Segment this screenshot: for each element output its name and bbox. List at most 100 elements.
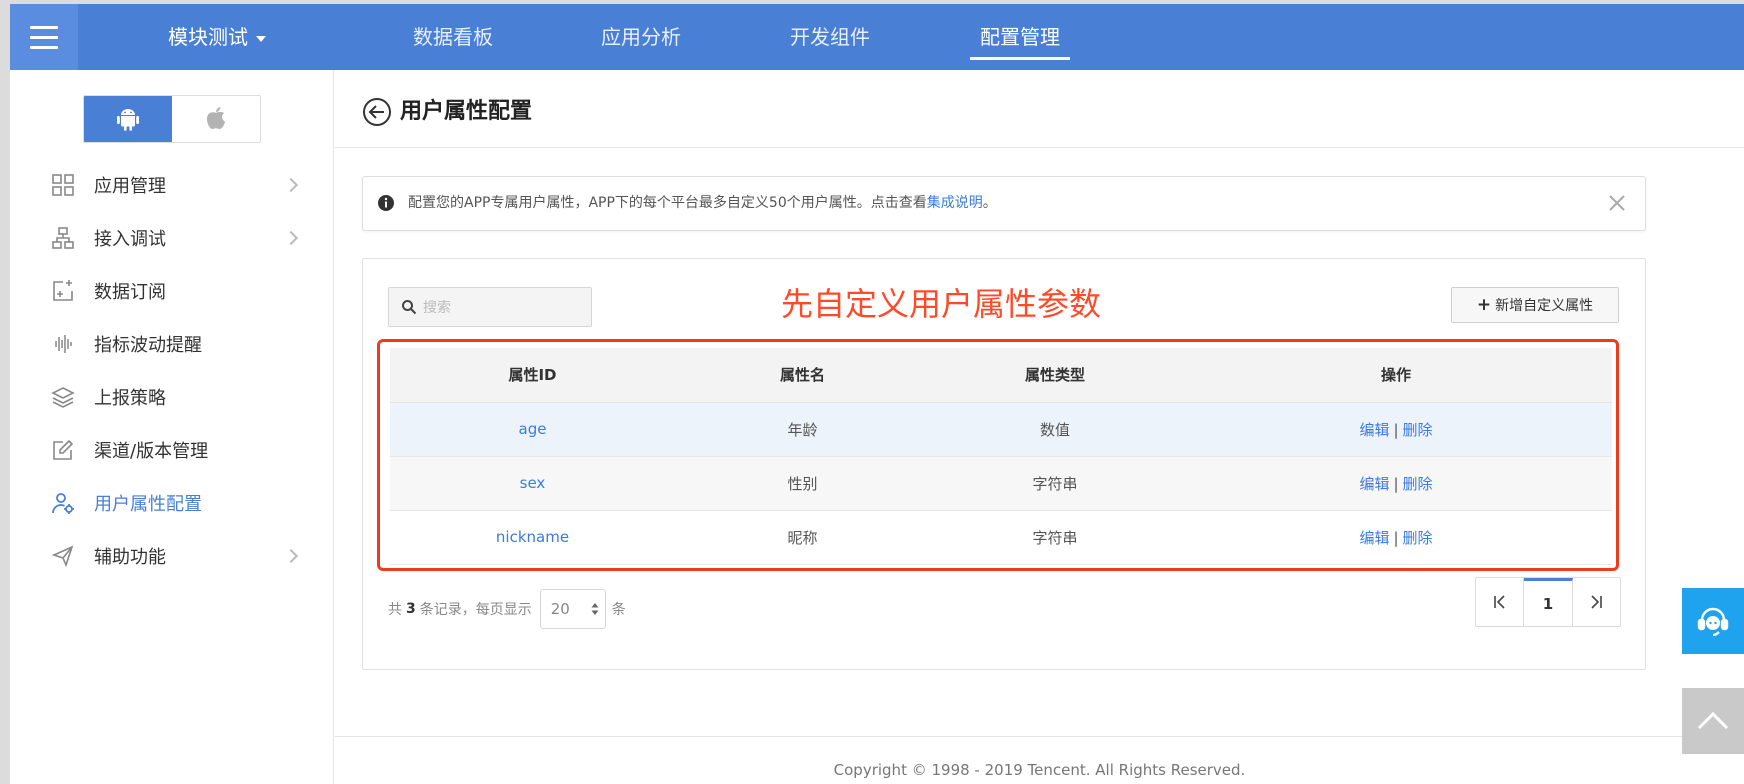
stepper-arrows-icon — [591, 603, 599, 615]
cell-type: 字符串 — [930, 456, 1180, 511]
hamburger-menu-icon[interactable] — [10, 4, 78, 70]
delete-link[interactable]: 删除 — [1403, 529, 1433, 547]
close-icon[interactable] — [1605, 191, 1629, 215]
column-header-actions: 操作 — [1180, 348, 1612, 403]
table-header-row: 属性ID 属性名 属性类型 操作 — [390, 348, 1612, 403]
sidebar-item-label: 辅助功能 — [94, 547, 166, 568]
attributes-panel: 搜索 先自定义用户属性参数 +新增自定义属性 属性ID 属性名 属性类型 操作 — [362, 258, 1646, 670]
chevron-right-icon — [283, 177, 299, 193]
cell-name: 昵称 — [675, 510, 930, 565]
table-row: sex 性别 字符串 编辑 | 删除 — [390, 456, 1612, 511]
back-to-top-button[interactable] — [1682, 688, 1744, 754]
copyright-text: Copyright © 1998 - 2019 Tencent. All Rig… — [833, 761, 1246, 779]
sitemap-icon — [50, 225, 76, 251]
pagination-info: 共 3 条记录，每页显示 20 条 — [388, 589, 626, 629]
add-custom-attribute-button[interactable]: + 新增自定义属性 — [1451, 287, 1619, 323]
plus-icon: + — [1476, 295, 1492, 315]
attribute-id-link[interactable]: age — [519, 420, 547, 438]
android-platform-button[interactable] — [84, 96, 172, 142]
info-icon — [378, 195, 394, 211]
last-page-button[interactable] — [1573, 578, 1620, 626]
first-page-button[interactable] — [1476, 578, 1525, 626]
sidebar-item-label: 上报策略 — [94, 388, 166, 409]
action-separator: | — [1393, 420, 1399, 439]
sidebar-item-label: 接入调试 — [94, 229, 166, 250]
module-label: 模块测试 — [168, 25, 248, 49]
records-total: 3 — [406, 601, 416, 617]
sidebar-item-metric-alerts[interactable]: 指标波动提醒 — [50, 324, 310, 364]
attribute-id-link[interactable]: sex — [520, 474, 546, 492]
grid-icon — [50, 172, 76, 198]
notice-suffix: 。 — [982, 195, 997, 211]
edit-link[interactable]: 编辑 — [1359, 529, 1389, 547]
table-row: nickname 昵称 字符串 编辑 | 删除 — [390, 510, 1612, 565]
sidebar-item-integration-debug[interactable]: 接入调试 — [50, 218, 310, 258]
edit-icon — [50, 437, 76, 463]
integration-guide-link[interactable]: 集成说明 — [927, 195, 983, 211]
subscribe-icon — [50, 278, 76, 304]
edit-link[interactable]: 编辑 — [1359, 421, 1389, 439]
cell-actions: 编辑 | 删除 — [1180, 510, 1612, 565]
delete-link[interactable]: 删除 — [1403, 421, 1433, 439]
sidebar: 应用管理 接入调试 数据订阅 指标波动提醒 上报策略 渠道/版本管理 用户属性配… — [10, 70, 334, 784]
ios-platform-button[interactable] — [172, 96, 260, 142]
back-arrow-icon[interactable] — [362, 97, 392, 127]
notice-message: 配置您的APP专属用户属性，APP下的每个平台最多自定义50个用户属性。点击查看 — [408, 195, 927, 211]
layers-icon — [50, 384, 76, 410]
cell-name: 性别 — [675, 456, 930, 511]
user-settings-icon — [50, 490, 76, 516]
nav-app-analysis[interactable]: 应用分析 — [601, 4, 681, 70]
sidebar-item-data-subscription[interactable]: 数据订阅 — [50, 271, 310, 311]
delete-link[interactable]: 删除 — [1403, 475, 1433, 493]
nav-dev-components[interactable]: 开发组件 — [790, 4, 870, 70]
search-placeholder: 搜索 — [423, 300, 451, 316]
notice-text: 配置您的APP专属用户属性，APP下的每个平台最多自定义50个用户属性。点击查看… — [408, 177, 997, 230]
main-content: 用户属性配置 配置您的APP专属用户属性，APP下的每个平台最多自定义50个用户… — [335, 70, 1744, 784]
sidebar-item-report-strategy[interactable]: 上报策略 — [50, 377, 310, 417]
edit-link[interactable]: 编辑 — [1359, 475, 1389, 493]
attribute-id-link[interactable]: nickname — [496, 528, 569, 546]
action-separator: | — [1393, 474, 1399, 493]
cell-name: 年龄 — [675, 402, 930, 457]
column-header-type: 属性类型 — [930, 348, 1180, 403]
cell-actions: 编辑 | 删除 — [1180, 402, 1612, 457]
headset-support-icon — [1697, 607, 1729, 637]
waveform-icon — [50, 331, 76, 357]
add-button-label: 新增自定义属性 — [1495, 298, 1594, 314]
nav-config-management[interactable]: 配置管理 — [970, 4, 1070, 70]
app-window: 模块测试 数据看板 应用分析 开发组件 配置管理 应用管理 接入调试 数据订阅 … — [10, 4, 1744, 784]
action-separator: | — [1393, 528, 1399, 547]
module-dropdown[interactable]: 模块测试 — [168, 4, 266, 70]
search-icon — [402, 300, 417, 315]
caret-down-icon — [256, 35, 266, 42]
page-1-button[interactable]: 1 — [1524, 578, 1573, 626]
android-icon — [117, 109, 139, 131]
nav-dashboard[interactable]: 数据看板 — [413, 4, 493, 70]
cell-type: 数值 — [930, 402, 1180, 457]
sidebar-item-user-attributes[interactable]: 用户属性配置 — [50, 483, 310, 523]
chevron-right-icon — [283, 230, 299, 246]
footer-divider — [335, 736, 1744, 737]
page-title: 用户属性配置 — [400, 99, 533, 124]
column-header-name: 属性名 — [675, 348, 930, 403]
sidebar-item-label: 用户属性配置 — [94, 494, 202, 515]
sidebar-item-app-management[interactable]: 应用管理 — [50, 165, 310, 205]
records-middle: 条记录，每页显示 — [419, 602, 532, 618]
customer-support-button[interactable] — [1682, 588, 1744, 654]
apple-icon — [207, 107, 225, 129]
platform-toggle — [83, 95, 261, 143]
page-size-select[interactable]: 20 — [539, 589, 606, 629]
page-size-value: 20 — [550, 600, 570, 618]
cell-actions: 编辑 | 删除 — [1180, 456, 1612, 511]
first-page-icon — [1493, 595, 1505, 609]
attributes-table: 属性ID 属性名 属性类型 操作 age 年龄 数值 编辑 | 删除 sex 性… — [390, 348, 1612, 565]
records-suffix: 条 — [611, 602, 626, 618]
cell-id: sex — [390, 456, 675, 511]
annotation-text: 先自定义用户属性参数 — [781, 285, 1102, 323]
sidebar-item-label: 应用管理 — [94, 176, 166, 197]
search-input[interactable]: 搜索 — [388, 287, 592, 327]
chevron-right-icon — [283, 548, 299, 564]
sidebar-item-channel-version[interactable]: 渠道/版本管理 — [50, 430, 310, 470]
sidebar-item-auxiliary[interactable]: 辅助功能 — [50, 536, 310, 576]
records-prefix: 共 — [388, 602, 402, 618]
